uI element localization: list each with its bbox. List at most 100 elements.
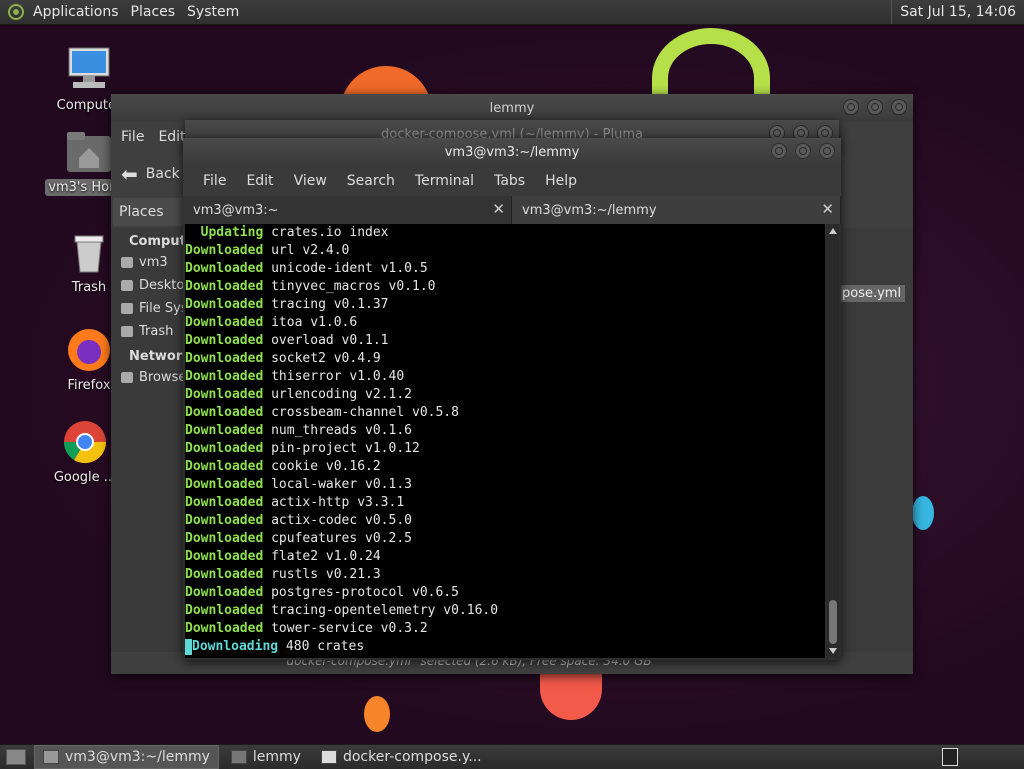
terminal-line-status: Downloaded [185,567,264,582]
text-editor-icon [320,750,337,764]
show-desktop-icon[interactable] [6,749,26,765]
close-button[interactable] [819,143,835,159]
terminal-line: Downloaded unicode-ident v1.0.5 [185,260,825,278]
terminal-line: Downloaded socket2 v0.4.9 [185,350,825,368]
top-panel: Applications Places System Sat Jul 15, 1… [0,0,1024,25]
menu-edit[interactable]: Edit [158,129,185,145]
sidebar-section-computer: Computer [129,234,202,249]
back-arrow-icon[interactable]: ⬅ [121,162,138,186]
terminal-window: vm3@vm3:~/lemmy File Edit View Search Te… [183,138,841,660]
terminal-line-text: num_threads v0.1.6 [263,423,412,438]
places-menu[interactable]: Places [125,4,182,20]
taskbar-item-terminal[interactable]: vm3@vm3:~/lemmy [34,745,219,769]
terminal-line-status: Downloaded [185,603,264,618]
mate-logo-icon[interactable] [8,4,24,20]
wallpaper-teal-blob [912,496,934,530]
taskbar-item-file-manager[interactable]: lemmy [223,746,309,768]
sidebar-item-desktop[interactable]: Desktop [111,274,185,297]
minimize-button[interactable] [771,143,787,159]
terminal-line: Downloaded overload v0.1.1 [185,332,825,350]
terminal-line-text: actix-codec v0.5.0 [263,513,412,528]
terminal-line-text: url v2.4.0 [263,243,350,258]
places-selector[interactable]: Places [113,198,191,226]
terminal-line-text: thiserror v1.0.40 [263,369,405,384]
terminal-line: Downloaded postgres-protocol v0.6.5 [185,584,825,602]
terminal-line-status: Downloaded [185,279,264,294]
terminal-line-text: tracing v0.1.37 [263,297,389,312]
terminal-line-status: Downloaded [185,369,264,384]
terminal-line-status: Updating [185,225,264,240]
terminal-line-status: Downloaded [185,459,264,474]
sidebar-item-home[interactable]: vm3 [111,251,185,274]
terminal-line-status: Downloaded [185,477,264,492]
terminal-line-text: tracing-opentelemetry v0.16.0 [263,603,499,618]
terminal-line: Downloaded cookie v0.16.2 [185,458,825,476]
terminal-line-text: crossbeam-channel v0.5.8 [263,405,459,420]
terminal-icon [43,750,59,764]
maximize-button[interactable] [795,143,811,159]
terminal-line: Downloaded url v2.4.0 [185,242,825,260]
terminal-line: Downloaded tinyvec_macros v0.1.0 [185,278,825,296]
terminal-line-status: Downloaded [185,495,264,510]
terminal-line-status: Downloaded [185,261,264,276]
menu-terminal[interactable]: Terminal [405,173,484,189]
terminal-line: Updating crates.io index [185,224,825,242]
terminal-scrollbar[interactable] [827,224,839,658]
terminal-line-status: Downloaded [185,423,264,438]
terminal-line: Downloaded pin-project v1.0.12 [185,440,825,458]
terminal-line-text: pin-project v1.0.12 [263,441,420,456]
sidebar-item-filesystem[interactable]: File System [111,297,185,320]
terminal-line-text: flate2 v1.0.24 [263,549,381,564]
sidebar-item-browse-network[interactable]: Browse Network [111,366,185,389]
terminal-line: Downloading 480 crates [185,638,825,656]
terminal-line-text: actix-http v3.3.1 [263,495,405,510]
terminal-line: Downloaded flate2 v1.0.24 [185,548,825,566]
terminal-line-status: Downloading [192,639,279,654]
terminal-line-status: Downloaded [185,513,264,528]
terminal-output[interactable]: Updating crates.io index Downloaded url v… [185,224,825,658]
terminal-line-text: unicode-ident v1.0.5 [263,261,428,276]
terminal-line-status: Downloaded [185,405,264,420]
taskbar-item-text-editor[interactable]: docker-compose.y... [313,746,490,768]
terminal-line-status: Downloaded [185,531,264,546]
tab-lemmy[interactable]: vm3@vm3:~/lemmy ✕ [512,196,841,224]
menu-help[interactable]: Help [535,173,587,189]
back-button-label[interactable]: Back [146,166,180,182]
menu-file[interactable]: File [121,129,144,145]
terminal-line: Downloaded tower-service v0.3.2 [185,620,825,638]
workspace-switcher[interactable] [942,748,958,766]
sidebar-item-trash[interactable]: Trash [111,320,185,343]
menu-tabs[interactable]: Tabs [484,173,535,189]
bottom-panel: vm3@vm3:~/lemmy lemmy docker-compose.y..… [0,744,1024,769]
close-tab-icon[interactable]: ✕ [821,200,834,218]
file-manager-titlebar[interactable]: lemmy [111,94,913,122]
close-button[interactable] [891,99,907,115]
menu-edit[interactable]: Edit [236,173,283,189]
scroll-up-arrow-icon[interactable] [829,228,837,234]
terminal-line-text: urlencoding v2.1.2 [263,387,412,402]
terminal-line-status: Downloaded [185,243,264,258]
close-tab-icon[interactable]: ✕ [492,200,505,218]
tab-home[interactable]: vm3@vm3:~ ✕ [183,196,512,224]
tab-label: vm3@vm3:~ [193,202,279,218]
menu-search[interactable]: Search [337,173,405,189]
home-folder-icon [65,128,113,176]
scrollbar-thumb[interactable] [829,600,837,644]
system-menu[interactable]: System [181,4,245,20]
terminal-line: Downloaded local-waker v0.1.3 [185,476,825,494]
clock[interactable]: Sat Jul 15, 14:06 [891,0,1024,24]
scroll-down-arrow-icon[interactable] [829,648,837,654]
taskbar-label: vm3@vm3:~/lemmy [65,749,210,765]
terminal-titlebar[interactable]: vm3@vm3:~/lemmy [183,138,841,166]
applications-menu[interactable]: Applications [27,4,125,20]
terminal-cursor [185,639,192,655]
menu-view[interactable]: View [284,173,337,189]
maximize-button[interactable] [867,99,883,115]
minimize-button[interactable] [843,99,859,115]
desktop-icon-label: Google ... [53,470,117,485]
terminal-line: Downloaded cpufeatures v0.2.5 [185,530,825,548]
menu-file[interactable]: File [193,173,236,189]
terminal-line-text: overload v0.1.1 [263,333,389,348]
selected-file-item[interactable]: pose.yml [838,285,906,302]
terminal-line-status: Downloaded [185,351,264,366]
